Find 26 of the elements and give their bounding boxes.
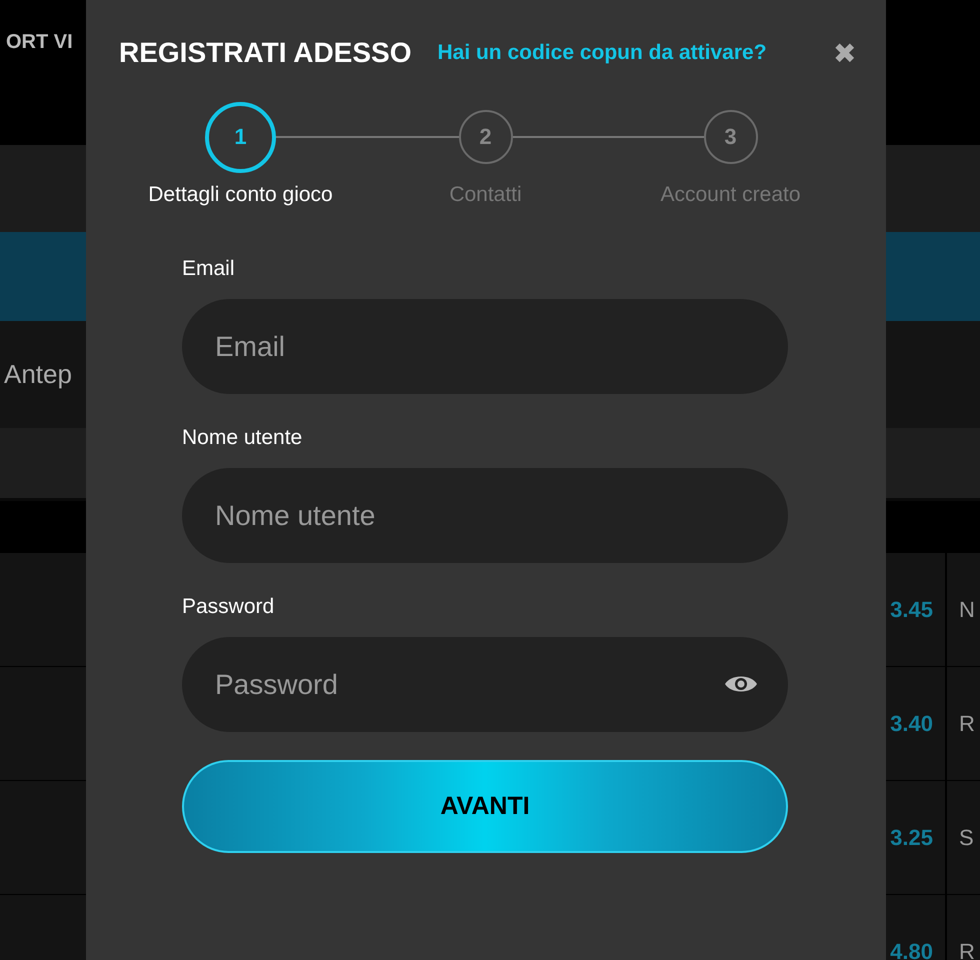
odds-value[interactable]: 3.25 <box>890 824 933 850</box>
input-field[interactable]: Password <box>182 637 788 732</box>
table-cell: N <box>959 596 975 622</box>
section-label: Antep <box>4 359 72 390</box>
table-cell: S <box>959 824 974 850</box>
nav-label[interactable]: ORT VI <box>6 31 73 54</box>
step-circle: 3 <box>704 110 758 164</box>
step-label: Account creato <box>660 183 801 207</box>
input-field[interactable]: Nome utente <box>182 468 788 563</box>
field-label: Nome utente <box>182 426 304 450</box>
dialog-title: REGISTRATI ADESSO <box>119 37 412 69</box>
odds-value[interactable]: 3.45 <box>890 596 933 622</box>
field-label: Email <box>182 257 236 281</box>
step-circle: 2 <box>458 110 512 164</box>
table-cell: R <box>959 938 975 960</box>
next-button[interactable]: AVANTI <box>182 760 788 853</box>
step-label: Dettagli conto gioco <box>148 183 333 207</box>
input-field[interactable]: Email <box>182 299 788 394</box>
step-label: Contatti <box>449 183 522 207</box>
close-button[interactable]: ✖ <box>833 36 856 70</box>
odds-value[interactable]: 3.40 <box>890 710 933 736</box>
odds-value[interactable]: 4.80 <box>890 938 933 960</box>
field-label: Password <box>182 595 276 619</box>
table-cell: R <box>959 710 975 736</box>
step-circle: 1 <box>205 102 276 172</box>
coupon-link[interactable]: Hai un codice copun da attivare? <box>437 41 767 65</box>
